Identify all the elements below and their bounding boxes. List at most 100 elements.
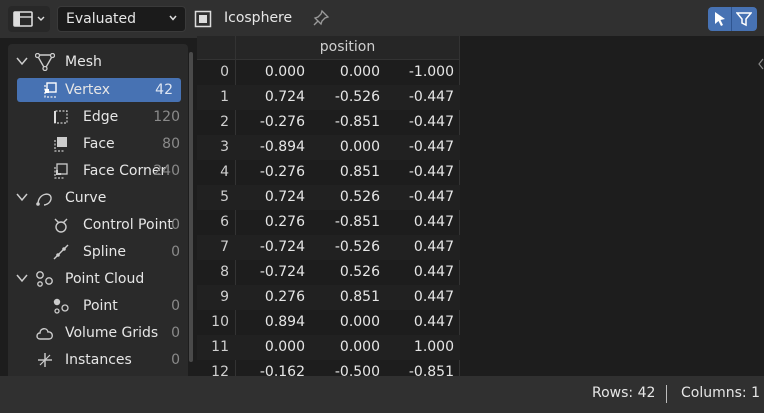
sidebar-item-curve[interactable]: Curve	[8, 186, 188, 210]
filter-icon	[736, 12, 752, 27]
sidebar-item-instances[interactable]: Instances 0	[8, 348, 188, 372]
position-x-cell: -0.894	[259, 139, 305, 155]
sidebar-item-volume-grids[interactable]: Volume Grids 0	[8, 321, 188, 345]
table-row: 0 0.000 0.000 -1.000	[197, 60, 460, 85]
table-row: 12 -0.162 -0.500 -0.851	[197, 360, 460, 376]
position-x-cell: 0.894	[264, 314, 305, 330]
header-bar: Evaluated Icosphere	[0, 0, 764, 38]
table-row: 11 0.000 0.000 1.000	[197, 335, 460, 360]
sidebar-item-count: 120	[153, 109, 180, 125]
sidebar-item-count: 0	[171, 352, 180, 368]
table-row: 3 -0.894 0.000 -0.447	[197, 135, 460, 160]
position-y-cell: 0.526	[339, 264, 380, 280]
table-row: 1 0.724 -0.526 -0.447	[197, 85, 460, 110]
column-header-position[interactable]: position	[235, 36, 460, 60]
row-index: 7	[220, 239, 229, 255]
row-index: 2	[220, 114, 229, 130]
chevron-down-icon	[37, 16, 45, 21]
spreadsheet-icon	[13, 11, 33, 27]
chevron-left-icon[interactable]	[758, 58, 764, 70]
position-z-cell: 0.447	[413, 214, 454, 230]
chevron-down-icon	[169, 15, 177, 21]
sidebar-item-label: Vertex	[65, 82, 111, 98]
sidebar-item-label: Curve	[65, 190, 107, 206]
sidebar-scrollbar[interactable]	[189, 52, 193, 362]
table-row: 9 0.276 0.851 0.447	[197, 285, 460, 310]
sidebar-item-edge[interactable]: Edge 120	[8, 105, 188, 129]
sidebar-item-vertex[interactable]: Vertex 42	[17, 78, 181, 102]
pin-icon[interactable]	[311, 8, 331, 28]
vertex-icon	[44, 82, 57, 98]
row-index: 6	[220, 214, 229, 230]
position-x-cell: -0.276	[259, 164, 305, 180]
sidebar-item-count: 0	[171, 298, 180, 314]
object-evaluation-select[interactable]: Evaluated	[57, 6, 186, 32]
row-index: 5	[220, 189, 229, 205]
position-z-cell: 1.000	[413, 339, 454, 355]
sidebar-item-label: Point	[83, 298, 118, 314]
sidebar-item-face[interactable]: Face 80	[8, 132, 188, 156]
status-bar: Rows: 42 Columns: 1	[0, 376, 764, 413]
object-icon	[194, 10, 212, 28]
position-y-cell: -0.526	[334, 89, 380, 105]
position-y-cell: 0.851	[339, 164, 380, 180]
position-x-cell: 0.276	[264, 289, 305, 305]
chevron-down-icon	[16, 57, 28, 66]
point-cloud-icon	[36, 271, 53, 287]
sidebar-item-spline[interactable]: Spline 0	[8, 240, 188, 264]
sidebar-item-point-cloud[interactable]: Point Cloud	[8, 267, 188, 291]
data-set-sidebar: Mesh Vertex 42 Edge 120 Face 80 Face Cor…	[8, 44, 188, 376]
row-index: 10	[211, 314, 229, 330]
instances-icon	[38, 353, 52, 367]
position-z-cell: 0.447	[413, 239, 454, 255]
row-index: 12	[211, 364, 229, 376]
control-point-icon	[54, 218, 68, 233]
position-y-cell: 0.000	[339, 139, 380, 155]
position-y-cell: 0.000	[339, 339, 380, 355]
position-x-cell: 0.000	[264, 339, 305, 355]
sidebar-item-count: 0	[171, 244, 180, 260]
sidebar-item-point[interactable]: Point 0	[8, 294, 188, 318]
table-row: 2 -0.276 -0.851 -0.447	[197, 110, 460, 135]
sidebar-item-label: Control Point	[83, 217, 173, 233]
sidebar-item-count: 80	[162, 136, 180, 152]
curve-icon	[36, 193, 52, 206]
editor-type-button[interactable]	[8, 6, 50, 32]
sidebar-item-label: Point Cloud	[65, 271, 145, 287]
position-z-cell: -0.447	[408, 89, 454, 105]
position-z-cell: -0.851	[408, 364, 454, 376]
object-name: Icosphere	[224, 10, 293, 26]
selected-only-toggle[interactable]	[708, 7, 732, 31]
position-z-cell: -1.000	[408, 64, 454, 80]
mesh-icon	[35, 53, 55, 71]
sidebar-item-mesh[interactable]: Mesh	[8, 50, 188, 74]
position-x-cell: 0.276	[264, 214, 305, 230]
position-y-cell: 0.851	[339, 289, 380, 305]
row-index: 4	[220, 164, 229, 180]
row-index: 8	[220, 264, 229, 280]
filter-toggle[interactable]	[732, 7, 756, 31]
table-row: 10 0.894 0.000 0.447	[197, 310, 460, 335]
position-y-cell: -0.526	[334, 239, 380, 255]
position-y-cell: -0.500	[334, 364, 380, 376]
position-z-cell: 0.447	[413, 264, 454, 280]
row-index: 1	[220, 89, 229, 105]
filter-toggle-group	[708, 7, 757, 31]
edge-icon	[54, 110, 68, 124]
column-count: Columns: 1	[681, 385, 760, 401]
position-z-cell: -0.447	[408, 189, 454, 205]
position-y-cell: 0.000	[339, 314, 380, 330]
row-index: 0	[220, 64, 229, 80]
position-x-cell: -0.724	[259, 239, 305, 255]
position-z-cell: 0.447	[413, 289, 454, 305]
sidebar-item-label: Instances	[65, 352, 132, 368]
row-index: 9	[220, 289, 229, 305]
sidebar-item-control-point[interactable]: Control Point 0	[8, 213, 188, 237]
position-z-cell: -0.447	[408, 139, 454, 155]
position-x-cell: 0.000	[264, 64, 305, 80]
position-x-cell: -0.162	[259, 364, 305, 376]
sidebar-item-face-corner[interactable]: Face Corner 240	[8, 159, 188, 183]
spline-icon	[53, 244, 69, 260]
chevron-down-icon	[16, 193, 28, 202]
volume-icon	[36, 328, 53, 340]
